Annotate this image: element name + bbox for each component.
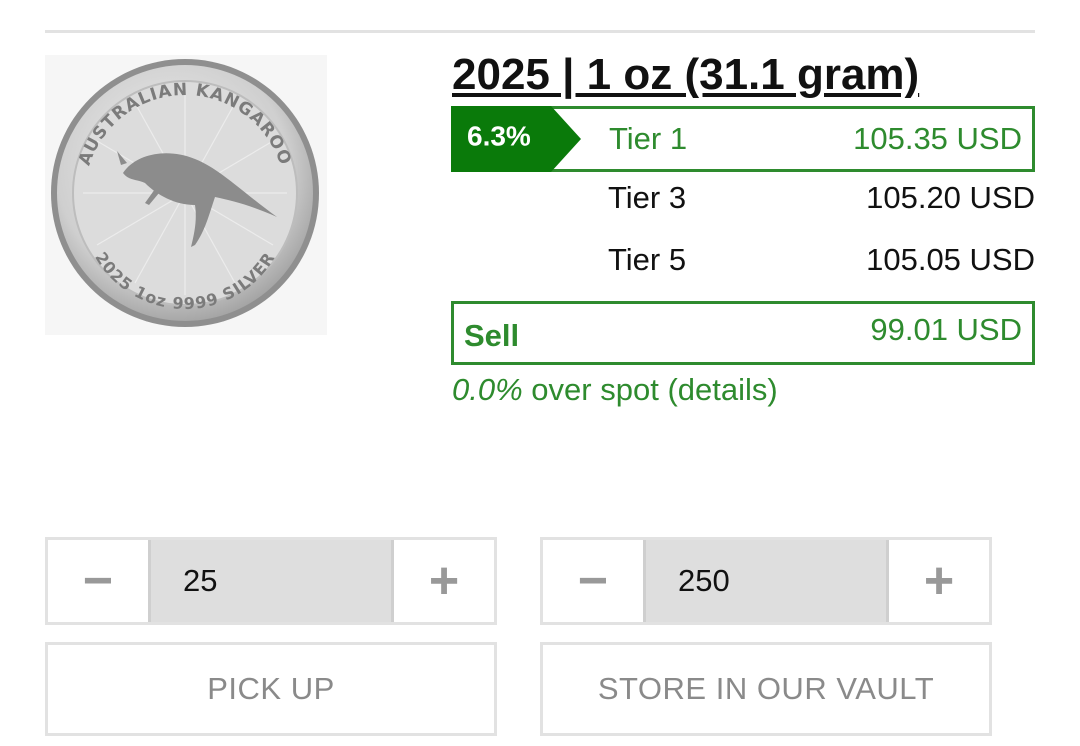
spot-text: over spot bbox=[531, 372, 659, 407]
spot-details-link[interactable]: (details) bbox=[667, 372, 777, 407]
pick-up-button[interactable]: PICK UP bbox=[45, 642, 497, 736]
minus-icon: − bbox=[82, 552, 114, 610]
tier-row-1: 6.3% Tier 1 105.35 USD bbox=[451, 106, 1035, 172]
tier-name: Tier 1 bbox=[609, 121, 688, 156]
plus-icon: + bbox=[923, 552, 955, 610]
tier-price: 105.05 USD bbox=[866, 242, 1035, 277]
sell-price-box: Sell 99.01 USD bbox=[451, 301, 1035, 365]
discount-badge-label: 6.3% bbox=[467, 120, 531, 152]
minus-icon: − bbox=[577, 552, 609, 610]
spot-premium: 0.0% over spot (details) bbox=[452, 372, 778, 408]
pickup-quantity-stepper: − 25 + bbox=[45, 537, 497, 625]
tier-price: 105.20 USD bbox=[866, 180, 1035, 215]
spot-percent: 0.0% bbox=[452, 372, 523, 407]
tier-name: Tier 3 bbox=[608, 180, 687, 215]
sell-label: Sell bbox=[464, 318, 520, 353]
pickup-quantity-input[interactable]: 25 bbox=[148, 540, 394, 622]
top-divider bbox=[45, 30, 1035, 33]
coin-image: AUSTRALIAN KANGAROO 2025 1oz 9999 SILVER bbox=[45, 55, 327, 335]
tier-row-3: Tier 3 105.20 USD bbox=[451, 168, 1035, 228]
tier-name: Tier 5 bbox=[608, 242, 687, 277]
pickup-increase-button[interactable]: + bbox=[394, 540, 494, 622]
discount-badge: 6.3% bbox=[451, 106, 581, 172]
sell-price: 99.01 USD bbox=[870, 312, 1022, 347]
product-title-link[interactable]: 2025 | 1 oz (31.1 gram) bbox=[452, 50, 919, 100]
vault-decrease-button[interactable]: − bbox=[543, 540, 643, 622]
vault-quantity-stepper: − 250 + bbox=[540, 537, 992, 625]
vault-quantity-input[interactable]: 250 bbox=[643, 540, 889, 622]
plus-icon: + bbox=[428, 552, 460, 610]
pickup-decrease-button[interactable]: − bbox=[48, 540, 148, 622]
tier-price: 105.35 USD bbox=[853, 121, 1022, 156]
tier-row-5: Tier 5 105.05 USD bbox=[451, 230, 1035, 290]
store-in-vault-button[interactable]: STORE IN OUR VAULT bbox=[540, 642, 992, 736]
vault-increase-button[interactable]: + bbox=[889, 540, 989, 622]
